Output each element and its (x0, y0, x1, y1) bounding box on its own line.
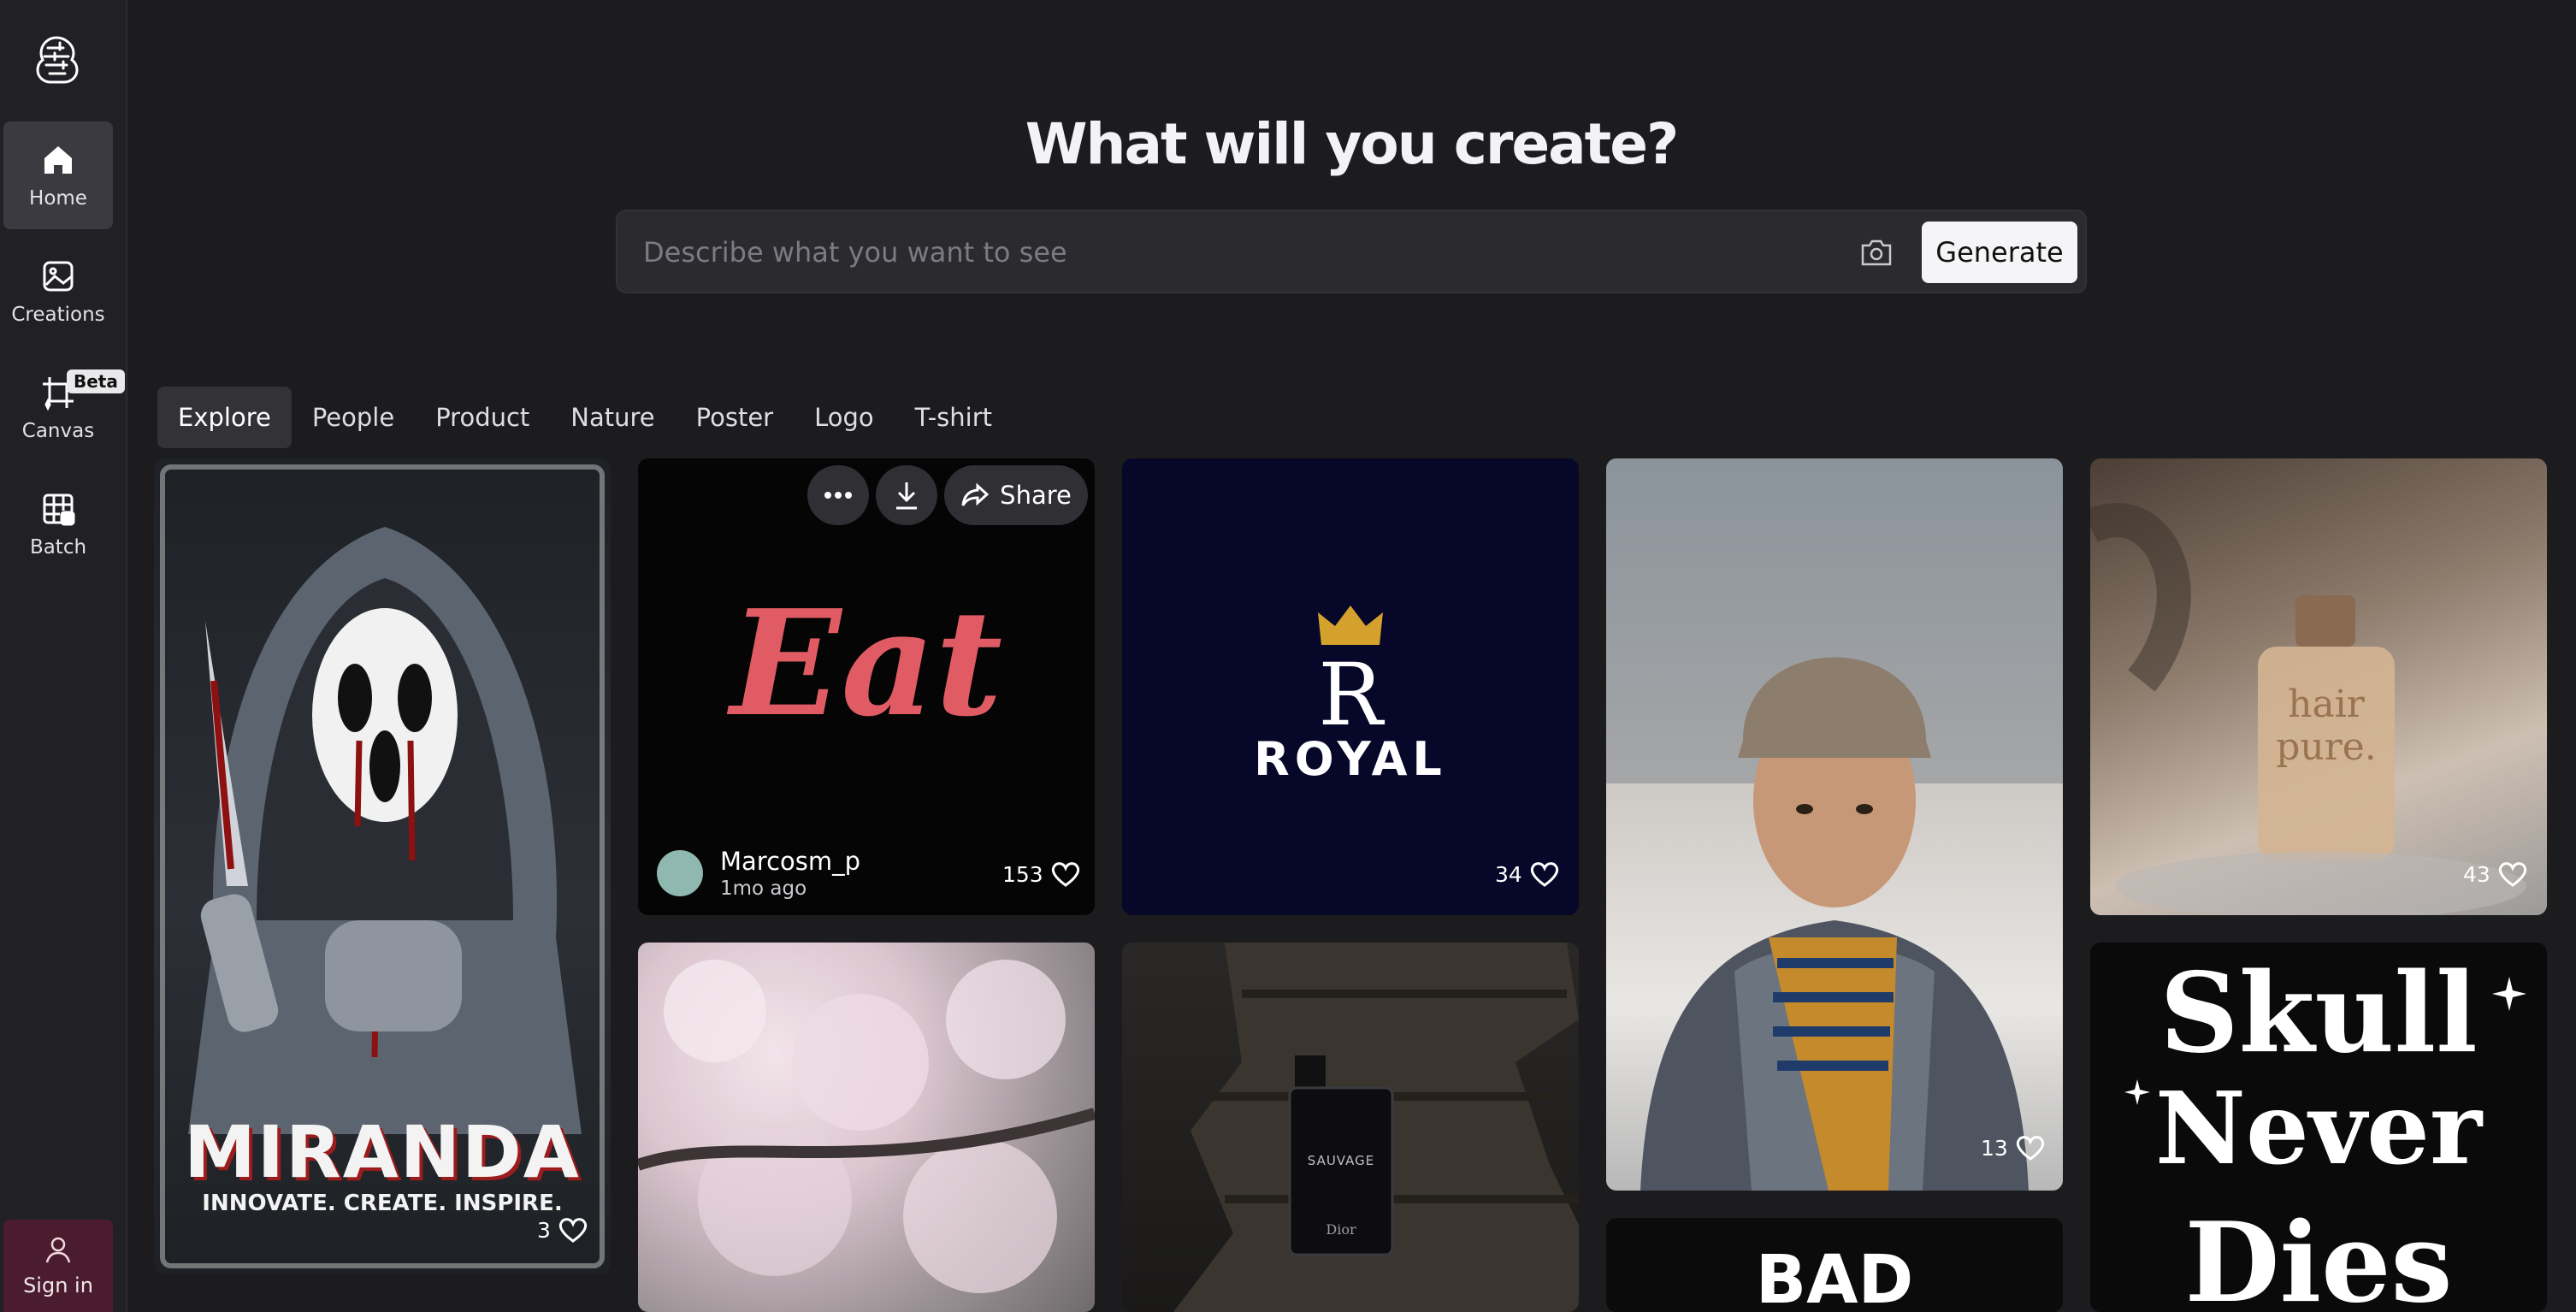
sparkle-icon (2124, 1079, 2150, 1105)
like-number: 3 (537, 1217, 551, 1243)
sign-in-label: Sign in (23, 1274, 93, 1297)
heart-icon (1530, 862, 1558, 887)
tab-tshirt[interactable]: T-shirt (895, 387, 1013, 448)
heart-icon (1051, 862, 1079, 887)
home-icon (44, 146, 72, 174)
royal-monogram: R (1318, 645, 1383, 745)
poster-text: BAD (1755, 1242, 1914, 1312)
royal-logo-text: ROYAL (1254, 732, 1447, 786)
brain-logo-icon[interactable] (31, 31, 86, 86)
sidebar-item-batch[interactable]: Batch (3, 470, 113, 578)
share-label: Share (1000, 481, 1072, 510)
lettering-line3: Dies (2184, 1199, 2453, 1312)
grid-image-icon (43, 493, 75, 526)
camera-icon[interactable] (1859, 237, 1894, 268)
gallery-card-hair-pure[interactable]: hair pure. 43 (2090, 458, 2547, 915)
like-count[interactable]: 34 (1495, 860, 1560, 888)
portrait-illustration (1606, 458, 2063, 1191)
like-count[interactable]: 153 (1002, 860, 1081, 888)
sidebar-item-label: Home (29, 187, 87, 210)
more-options-button[interactable] (807, 465, 869, 525)
tab-explore[interactable]: Explore (157, 387, 292, 448)
gallery-card-eat-logo[interactable]: Eat Share Marcosm_p 1mo ago 153 (638, 458, 1095, 915)
poster-tagline: INNOVATE. CREATE. INSPIRE. (202, 1191, 563, 1216)
ellipsis-icon (824, 492, 852, 499)
like-number: 153 (1002, 861, 1043, 887)
tab-people[interactable]: People (292, 387, 415, 448)
sidebar-item-label: Batch (29, 536, 87, 558)
sidebar-item-canvas[interactable]: Canvas Beta (3, 354, 125, 462)
poster-title: MIRANDA (184, 1110, 581, 1194)
prompt-bar: Generate (616, 210, 2087, 293)
prompt-input[interactable] (643, 232, 1781, 273)
crown-icon (1318, 606, 1383, 645)
generate-button[interactable]: Generate (1922, 222, 2077, 283)
blossom-illustration (638, 960, 1095, 1293)
gallery-card-skull-never-dies[interactable]: Skull Never Dies (2090, 943, 2547, 1312)
sidebar-item-home[interactable]: Home (3, 121, 113, 229)
like-number: 43 (2463, 861, 2490, 887)
sidebar-item-label: Creations (11, 304, 105, 326)
page-title: What will you create? (1025, 111, 1680, 177)
download-button[interactable] (876, 465, 937, 525)
gallery-card-ghostface[interactable]: MIRANDA INNOVATE. CREATE. INSPIRE. 3 (154, 458, 611, 1274)
tab-logo[interactable]: Logo (794, 387, 895, 448)
gallery-card-royal-logo[interactable]: R ROYAL 34 (1122, 458, 1579, 915)
bottle-label: SAUVAGE (1307, 1153, 1375, 1168)
bottle-label-line1: hair (2288, 683, 2365, 726)
heart-icon (558, 1218, 588, 1243)
category-tabs: Explore People Product Nature Poster Log… (157, 387, 1013, 448)
share-icon (961, 483, 990, 506)
gallery-card-portrait[interactable]: 13 (1606, 458, 2063, 1191)
eat-logo-text: Eat (730, 578, 1003, 749)
post-time: 1mo ago (720, 878, 807, 900)
author-name[interactable]: Marcosm_p (720, 847, 860, 876)
author-avatar[interactable] (657, 850, 703, 896)
like-count[interactable]: 13 (1981, 1134, 2046, 1161)
bottle-label-line2: pure. (2276, 725, 2377, 769)
sign-in-button[interactable]: Sign in (3, 1220, 113, 1312)
gallery-card-bad-poster[interactable]: BAD (1606, 1218, 2063, 1312)
sidebar-item-creations[interactable]: Creations (3, 238, 113, 346)
image-icon (43, 261, 74, 292)
beta-badge: Beta (67, 369, 125, 393)
gallery-card-sauvage[interactable]: SAUVAGE Dior (1122, 943, 1579, 1312)
tab-product[interactable]: Product (415, 387, 550, 448)
like-count[interactable]: 3 (537, 1216, 588, 1244)
lettering-line1: Skull (2159, 949, 2478, 1078)
heart-icon (2498, 862, 2526, 887)
tab-nature[interactable]: Nature (550, 387, 675, 448)
like-number: 13 (1981, 1135, 2008, 1161)
app: Home Creations Canvas Beta Batch Sign in… (0, 0, 2576, 1312)
bottle-brand: Dior (1326, 1221, 1356, 1238)
share-button[interactable]: Share (944, 465, 1088, 525)
like-count[interactable]: 43 (2463, 860, 2528, 888)
gallery-card-blossoms[interactable] (638, 943, 1095, 1312)
like-number: 34 (1495, 861, 1522, 887)
sparkle-icon (2492, 977, 2526, 1011)
heart-icon (2016, 1136, 2044, 1161)
sidebar: Home Creations Canvas Beta Batch Sign in (0, 0, 127, 1312)
lettering-line2: Never (2154, 1071, 2483, 1187)
user-icon (45, 1237, 71, 1263)
sidebar-item-label: Canvas (21, 420, 95, 442)
download-icon (896, 482, 917, 510)
tab-poster[interactable]: Poster (676, 387, 794, 448)
perfume-illustration (1173, 943, 1579, 1312)
